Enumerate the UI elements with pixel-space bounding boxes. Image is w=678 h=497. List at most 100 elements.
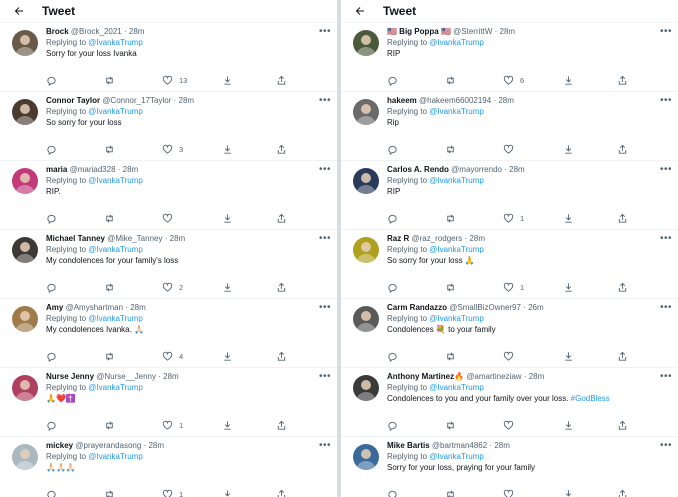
author-name[interactable]: Amy: [46, 303, 63, 312]
author-name[interactable]: Carm Randazzo: [387, 303, 447, 312]
mention-link[interactable]: @IvankaTrump: [88, 38, 143, 47]
mention-link[interactable]: @IvankaTrump: [429, 176, 484, 185]
author-name[interactable]: Raz R: [387, 234, 409, 243]
like-button[interactable]: 1: [503, 281, 524, 293]
reply-button[interactable]: [387, 488, 398, 497]
like-button[interactable]: 1: [162, 488, 183, 497]
download-button[interactable]: [222, 212, 233, 224]
hashtag-link[interactable]: #GodBless: [571, 394, 610, 403]
tweet-time[interactable]: 28m: [130, 303, 146, 312]
author-name[interactable]: maria: [46, 165, 67, 174]
share-button[interactable]: [617, 212, 628, 224]
avatar[interactable]: [12, 306, 38, 332]
tweet[interactable]: ••• hakeem @hakeem66002194 · 28m Replyin…: [341, 92, 678, 161]
tweet[interactable]: ••• Raz R @raz_rodgers · 28m Replying to…: [341, 230, 678, 299]
avatar[interactable]: [12, 99, 38, 125]
tweet[interactable]: ••• maria @mariad328 · 28m Replying to @…: [0, 161, 337, 230]
reply-button[interactable]: [46, 419, 57, 431]
avatar[interactable]: [353, 99, 379, 125]
download-button[interactable]: [563, 488, 574, 497]
tweet-time[interactable]: 28m: [148, 441, 164, 450]
like-button[interactable]: [503, 419, 520, 431]
reply-button[interactable]: [387, 350, 398, 362]
tweet[interactable]: ••• Connor Taylor @Connor_17Taylor · 28m…: [0, 92, 337, 161]
like-button[interactable]: 1: [162, 419, 183, 431]
download-button[interactable]: [222, 281, 233, 293]
download-button[interactable]: [563, 74, 574, 86]
tweet-time[interactable]: 28m: [129, 27, 145, 36]
back-arrow-icon[interactable]: [12, 4, 26, 18]
reply-button[interactable]: [46, 488, 57, 497]
author-handle[interactable]: @Brock_2021: [71, 27, 122, 36]
author-handle[interactable]: @Amyshartman: [66, 303, 123, 312]
avatar[interactable]: [12, 375, 38, 401]
retweet-button[interactable]: [445, 143, 456, 155]
retweet-button[interactable]: [104, 281, 115, 293]
avatar[interactable]: [12, 237, 38, 263]
share-button[interactable]: [276, 143, 287, 155]
like-button[interactable]: 13: [162, 74, 187, 86]
share-button[interactable]: [617, 488, 628, 497]
author-handle[interactable]: @hakeem66002194: [419, 96, 491, 105]
tweet-time[interactable]: 28m: [494, 441, 510, 450]
like-button[interactable]: [503, 143, 520, 155]
author-handle[interactable]: @mayorrendo: [451, 165, 502, 174]
mention-link[interactable]: @IvankaTrump: [429, 107, 484, 116]
like-button[interactable]: 1: [503, 212, 524, 224]
retweet-button[interactable]: [445, 419, 456, 431]
mention-link[interactable]: @IvankaTrump: [429, 314, 484, 323]
avatar[interactable]: [12, 30, 38, 56]
tweet[interactable]: ••• Michael Tanney @Mike_Tanney · 28m Re…: [0, 230, 337, 299]
author-handle[interactable]: @prayerandasong: [75, 441, 141, 450]
more-options-icon[interactable]: •••: [319, 95, 331, 106]
reply-button[interactable]: [46, 350, 57, 362]
tweet[interactable]: ••• Amy @Amyshartman · 28m Replying to @…: [0, 299, 337, 368]
mention-link[interactable]: @IvankaTrump: [429, 452, 484, 461]
more-options-icon[interactable]: •••: [319, 440, 331, 451]
more-options-icon[interactable]: •••: [660, 371, 672, 382]
like-button[interactable]: [503, 488, 520, 497]
tweet-time[interactable]: 28m: [163, 372, 179, 381]
like-button[interactable]: [162, 212, 179, 224]
author-name[interactable]: mickey: [46, 441, 73, 450]
author-name[interactable]: Mike Bartis: [387, 441, 430, 450]
retweet-button[interactable]: [445, 350, 456, 362]
tweet-time[interactable]: 28m: [500, 27, 516, 36]
more-options-icon[interactable]: •••: [660, 440, 672, 451]
share-button[interactable]: [617, 281, 628, 293]
retweet-button[interactable]: [104, 419, 115, 431]
author-handle[interactable]: @mariad328: [70, 165, 116, 174]
avatar[interactable]: [353, 444, 379, 470]
author-name[interactable]: hakeem: [387, 96, 417, 105]
share-button[interactable]: [617, 74, 628, 86]
mention-link[interactable]: @IvankaTrump: [429, 245, 484, 254]
retweet-button[interactable]: [445, 488, 456, 497]
more-options-icon[interactable]: •••: [319, 26, 331, 37]
tweet[interactable]: ••• Carlos A. Rendo @mayorrendo · 28m Re…: [341, 161, 678, 230]
author-name[interactable]: 🇺🇸 Big Poppa 🇺🇸: [387, 27, 451, 36]
avatar[interactable]: [353, 237, 379, 263]
tweet[interactable]: ••• Nurse Jenny @Nurse__Jenny · 28m Repl…: [0, 368, 337, 437]
like-button[interactable]: 3: [162, 143, 183, 155]
reply-button[interactable]: [46, 212, 57, 224]
reply-button[interactable]: [387, 419, 398, 431]
mention-link[interactable]: @IvankaTrump: [88, 245, 143, 254]
tweet[interactable]: ••• mickey @prayerandasong · 28m Replyin…: [0, 437, 337, 497]
tweet[interactable]: ••• Brock @Brock_2021 · 28m Replying to …: [0, 23, 337, 92]
author-name[interactable]: Brock: [46, 27, 69, 36]
mention-link[interactable]: @IvankaTrump: [429, 38, 484, 47]
like-button[interactable]: [503, 350, 520, 362]
avatar[interactable]: [12, 444, 38, 470]
download-button[interactable]: [222, 419, 233, 431]
more-options-icon[interactable]: •••: [660, 95, 672, 106]
retweet-button[interactable]: [104, 488, 115, 497]
tweet-time[interactable]: 28m: [170, 234, 186, 243]
author-handle[interactable]: @Connor_17Taylor: [102, 96, 171, 105]
download-button[interactable]: [222, 488, 233, 497]
avatar[interactable]: [353, 306, 379, 332]
avatar[interactable]: [353, 30, 379, 56]
author-handle[interactable]: @amartineziaw: [466, 372, 521, 381]
avatar[interactable]: [353, 168, 379, 194]
more-options-icon[interactable]: •••: [660, 164, 672, 175]
avatar[interactable]: [353, 375, 379, 401]
